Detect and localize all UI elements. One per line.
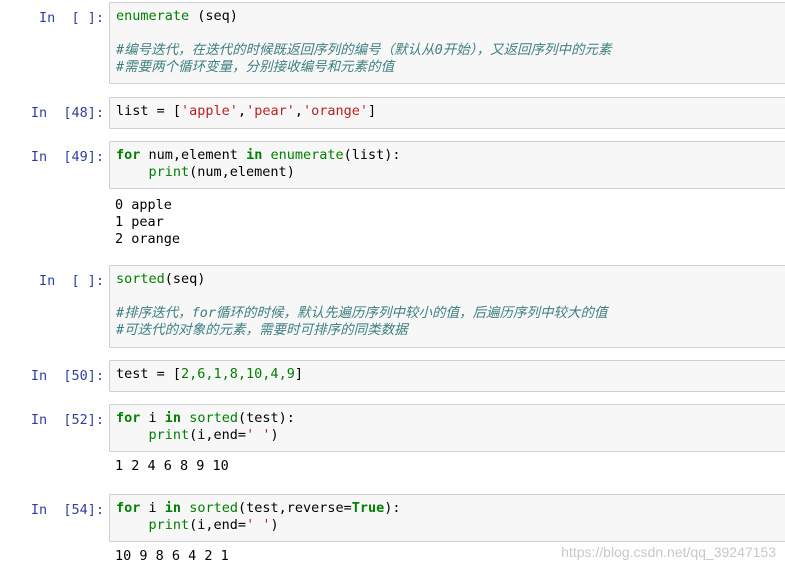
builtin-token: print <box>148 517 190 533</box>
builtin-token: print <box>148 427 190 443</box>
code-input[interactable]: sorted(seq) #排序迭代，for循环的时候，默认先遍历序列中较小的值，… <box>109 265 785 348</box>
string-token: ' ' <box>246 517 271 533</box>
code-token: (test,reverse= <box>237 500 352 516</box>
code-input[interactable]: enumerate (seq) #编号迭代，在迭代的时候既返回序列的编号（默认从… <box>109 2 785 84</box>
code-comment: #需要两个循环变量，分别接收编号和元素的值 <box>116 59 395 75</box>
code-line: for i in sorted(test,reverse=True): <box>116 500 782 517</box>
keyword-token: for <box>116 147 141 163</box>
builtin-token: print <box>148 164 190 180</box>
code-token: ) <box>270 517 279 533</box>
code-token: (num,element) <box>189 164 295 180</box>
code-line: enumerate (seq) <box>116 8 782 25</box>
code-token: (seq) <box>189 8 238 24</box>
code-input[interactable]: for i in sorted(test): print(i,end=' ') <box>109 404 785 452</box>
string-token: 'orange' <box>303 103 369 119</box>
input-prompt: In [52]: <box>30 412 104 428</box>
code-token: (test): <box>237 410 295 426</box>
code-input[interactable]: for num,element in enumerate(list): prin… <box>109 141 785 189</box>
builtin-token: sorted <box>116 271 165 287</box>
code-line: for num,element in enumerate(list): <box>116 147 782 164</box>
code-token: ] <box>294 366 303 382</box>
code-line: print(i,end=' ') <box>116 427 782 444</box>
input-prompt: In [50]: <box>30 368 104 384</box>
input-prompt: In [48]: <box>30 105 104 121</box>
string-token: 'pear' <box>246 103 295 119</box>
code-line: print(i,end=' ') <box>116 517 782 534</box>
code-comment: #可迭代的对象的元素，需要时可排序的同类数据 <box>116 322 408 338</box>
string-token: 'apple' <box>181 103 238 119</box>
input-prompt: In [ ]: <box>38 10 104 26</box>
builtin-token: enumerate <box>270 147 344 163</box>
builtin-token: sorted <box>189 500 238 516</box>
code-token: list = [ <box>116 103 182 119</box>
keyword-token: in <box>246 147 263 163</box>
cell-output: 1 2 4 6 8 9 10 <box>115 458 775 475</box>
code-input[interactable]: for i in sorted(test,reverse=True): prin… <box>109 494 785 542</box>
number-token: 2,6,1,8,10,4,9 <box>181 366 295 382</box>
code-line: sorted(seq) <box>116 271 782 288</box>
code-line: list = ['apple','pear','orange'] <box>116 103 782 120</box>
code-input[interactable]: test = [2,6,1,8,10,4,9] <box>109 360 785 392</box>
code-token: ) <box>270 427 279 443</box>
code-token: (i,end= <box>189 427 247 443</box>
keyword-token: in <box>164 500 182 516</box>
code-comment: #编号迭代，在迭代的时候既返回序列的编号（默认从0开始），又返回序列中的元素 <box>116 42 612 58</box>
code-token: (i,end= <box>189 517 247 533</box>
keyword-token: for <box>116 410 141 426</box>
code-token: test = [ <box>116 366 182 382</box>
input-prompt: In [ ]: <box>38 273 104 289</box>
string-token: ' ' <box>246 427 271 443</box>
code-token: ] <box>368 103 377 119</box>
code-token: ): <box>384 500 401 516</box>
cell-output: 0 apple 1 pear 2 orange <box>115 197 775 248</box>
keyword-token: True <box>351 500 385 516</box>
code-token: , <box>237 103 247 119</box>
code-token: i <box>140 500 165 516</box>
output-line: 2 orange <box>115 231 181 247</box>
code-token: i <box>140 410 165 426</box>
output-line: 0 apple <box>115 197 172 213</box>
watermark: https://blog.csdn.net/qq_39247153 <box>561 544 776 560</box>
code-comment: #排序迭代，for循环的时候，默认先遍历序列中较小的值，后遍历序列中较大的值 <box>116 305 608 321</box>
code-token: (seq) <box>164 271 206 287</box>
output-line: 1 2 4 6 8 9 10 <box>115 458 229 474</box>
code-line: print(num,element) <box>116 164 782 181</box>
code-line: for i in sorted(test): <box>116 410 782 427</box>
keyword-token: for <box>116 500 141 516</box>
builtin-token: sorted <box>189 410 238 426</box>
code-token: num,element <box>140 147 247 163</box>
keyword-token: in <box>164 410 182 426</box>
code-token: enumerate <box>116 8 190 24</box>
code-line: test = [2,6,1,8,10,4,9] <box>116 366 782 383</box>
code-token: (list): <box>343 147 401 163</box>
output-line: 1 pear <box>115 214 164 230</box>
code-input[interactable]: list = ['apple','pear','orange'] <box>109 97 785 129</box>
code-token: , <box>294 103 303 119</box>
input-prompt: In [54]: <box>30 502 104 518</box>
input-prompt: In [49]: <box>30 149 104 165</box>
